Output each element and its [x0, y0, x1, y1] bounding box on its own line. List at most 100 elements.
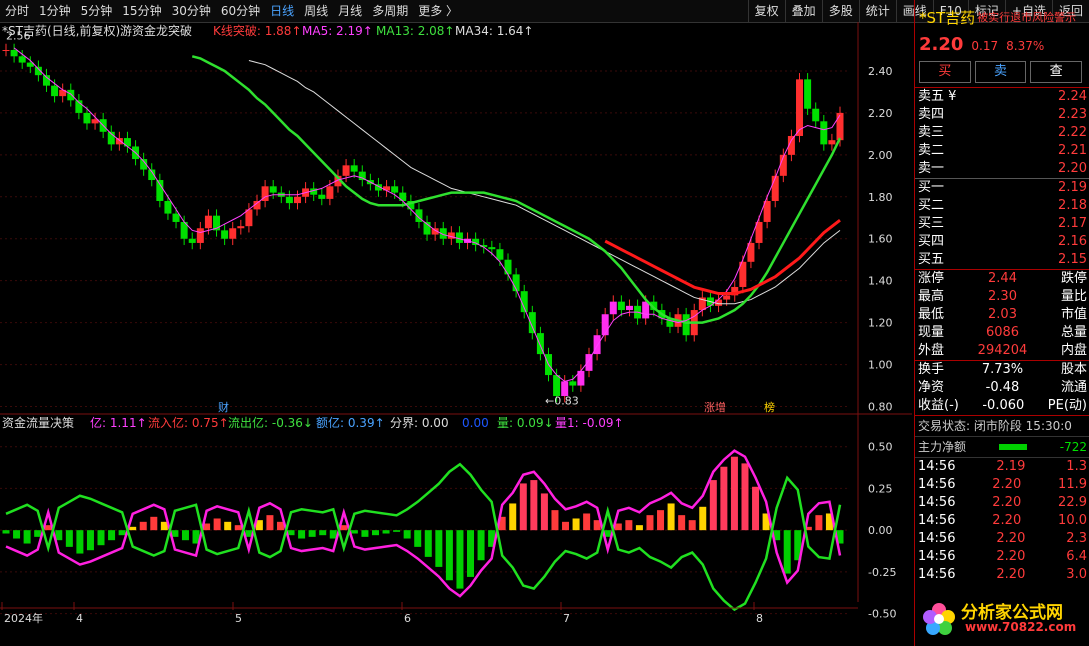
tick-row-cell: 2.20 — [992, 477, 1022, 492]
tick-row-cell: 6.4 — [1066, 549, 1087, 564]
candle-body — [383, 186, 391, 191]
main-ytick-label: 2.40 — [868, 65, 893, 78]
xtick-label: 8 — [756, 612, 763, 624]
candle-body — [496, 249, 504, 260]
period-tab-3[interactable]: 15分钟 — [117, 0, 166, 22]
candle-body — [342, 165, 350, 176]
candle-body — [196, 228, 204, 243]
tick-row-cell: 2.20 — [996, 531, 1026, 546]
flow-bar — [709, 480, 717, 531]
candle-body — [115, 138, 123, 145]
period-tab-5[interactable]: 60分钟 — [216, 0, 265, 22]
annotation-low: ←0.83 — [545, 394, 579, 407]
tick-list: 14:56 2.19 1.3 14:56 2.20 11.9 14:56 2.20 22.9 14… — [915, 457, 1089, 584]
bid-row: 买三 2.17 — [915, 215, 1089, 233]
flow-bar — [572, 518, 580, 531]
xtick-label: 2024年 — [4, 611, 43, 624]
flow-bar — [76, 530, 84, 554]
flow-bar — [393, 530, 401, 532]
main-ytick-label: 2.20 — [868, 107, 893, 120]
flow-bar — [266, 515, 274, 531]
bid-row-cell: 2.16 — [1058, 234, 1087, 249]
risk-notice: 被实行退市风险警示 — [977, 11, 1077, 24]
toolbar-button-0[interactable]: 复权 — [747, 0, 785, 22]
site-logo: 分析家公式网 www.70822.com — [915, 596, 1089, 640]
main-ytick-label: 0.80 — [868, 401, 893, 414]
toolbar-button-3[interactable]: 统计 — [858, 0, 896, 22]
event-marker-zhangzeng: 涨增 — [704, 400, 726, 414]
main-ytick-label: 1.20 — [868, 317, 893, 330]
tick-row-cell: 11.9 — [1058, 477, 1087, 492]
flow-bar — [213, 518, 221, 531]
tick-row-cell: 2.19 — [996, 459, 1026, 474]
period-tab-8[interactable]: 月线 — [333, 0, 367, 22]
k-break-label: K线突破: 1.88↑ — [213, 23, 302, 38]
period-tab-9[interactable]: 多周期 — [367, 0, 413, 22]
event-marker-cai: 财 — [218, 400, 229, 414]
bid-row-cell: 2.15 — [1058, 252, 1087, 267]
candle-body — [804, 79, 812, 109]
candle-body — [229, 228, 237, 239]
flow-bar — [424, 530, 432, 557]
candle-body — [10, 50, 18, 57]
flow-bar — [625, 520, 633, 531]
stat-row: 涨停 2.44 跌停 — [915, 270, 1089, 288]
stat-row: 最高 2.30 量比 — [915, 288, 1089, 306]
xtick-label: 6 — [404, 612, 411, 624]
bid-row-cell: 买二 — [918, 198, 945, 213]
query-button[interactable]: 查 — [1030, 61, 1083, 83]
period-tab-2[interactable]: 5分钟 — [76, 0, 118, 22]
flow-bar — [435, 530, 443, 567]
candle-body — [642, 301, 650, 319]
tick-row-cell: 14:56 — [918, 459, 956, 474]
stat-row: 现量 6086 总量 — [915, 324, 1089, 342]
candle-body — [172, 213, 180, 222]
stat-row: 收益(-) -0.060 PE(动) — [915, 397, 1089, 415]
candle-body — [601, 314, 609, 336]
stat-row-cell: 内盘 — [1060, 343, 1087, 358]
flow-bar — [646, 515, 654, 531]
ask-row-cell: 卖三 — [918, 125, 945, 140]
tick-row-cell: 2.20 — [992, 495, 1022, 510]
bid-row-cell: 买三 — [918, 216, 945, 231]
flow-bar — [467, 530, 475, 577]
stat-row-cell: 换手 — [918, 362, 945, 377]
candle-body — [593, 335, 601, 355]
bid-row-cell: 买五 — [918, 252, 945, 267]
bid-row-cell: 买一 — [918, 180, 945, 195]
candle-body — [221, 230, 229, 239]
sell-button[interactable]: 卖 — [974, 61, 1027, 83]
period-tab-6[interactable]: 日线 — [265, 0, 299, 22]
stat-row: 净资 -0.48 流通 — [915, 379, 1089, 397]
candle-body — [285, 196, 293, 204]
period-tab-0[interactable]: 分时 — [0, 0, 34, 22]
flow-bar — [382, 530, 390, 534]
ask-row: 卖四 2.23 — [915, 106, 1089, 124]
period-tab-1[interactable]: 1分钟 — [34, 0, 76, 22]
quote-stats: 涨停 2.44 跌停 最高 2.30 量比 最低 2.03 市值 现量 6086 总量 外盘 294204… — [915, 269, 1089, 360]
flow-bar — [730, 456, 738, 531]
candle-body — [796, 79, 804, 136]
flow-bar — [118, 530, 126, 536]
period-tab-4[interactable]: 30分钟 — [167, 0, 216, 22]
tick-row: 14:56 2.20 22.9 — [915, 494, 1089, 512]
candle-body — [269, 186, 277, 193]
sub-ytick-label: -0.25 — [868, 566, 896, 579]
flow-bar — [224, 521, 232, 531]
sub-title: 资金流量决策 — [2, 415, 74, 430]
stat-row-cell: 净资 — [918, 380, 945, 395]
tick-row-cell: 14:56 — [918, 531, 956, 546]
buy-button[interactable]: 买 — [919, 61, 971, 83]
stat-row-cell: 7.73% — [981, 362, 1024, 377]
flow-bar — [129, 526, 137, 531]
stat-row-cell: 2.44 — [988, 271, 1017, 286]
toolbar-button-2[interactable]: 多股 — [821, 0, 859, 22]
toolbar-button-1[interactable]: 叠加 — [784, 0, 822, 22]
candle-body — [391, 186, 399, 193]
flower-logo-icon — [923, 603, 955, 635]
chart-svg[interactable]: 2.402.202.001.801.601.401.201.000.80*ST吉… — [0, 22, 912, 625]
period-tab-7[interactable]: 周线 — [299, 0, 333, 22]
period-tab-10[interactable]: 更多 〉 — [413, 0, 463, 22]
sub-ytick-label: -0.50 — [868, 608, 896, 621]
stat-row-cell: 外盘 — [918, 343, 945, 358]
